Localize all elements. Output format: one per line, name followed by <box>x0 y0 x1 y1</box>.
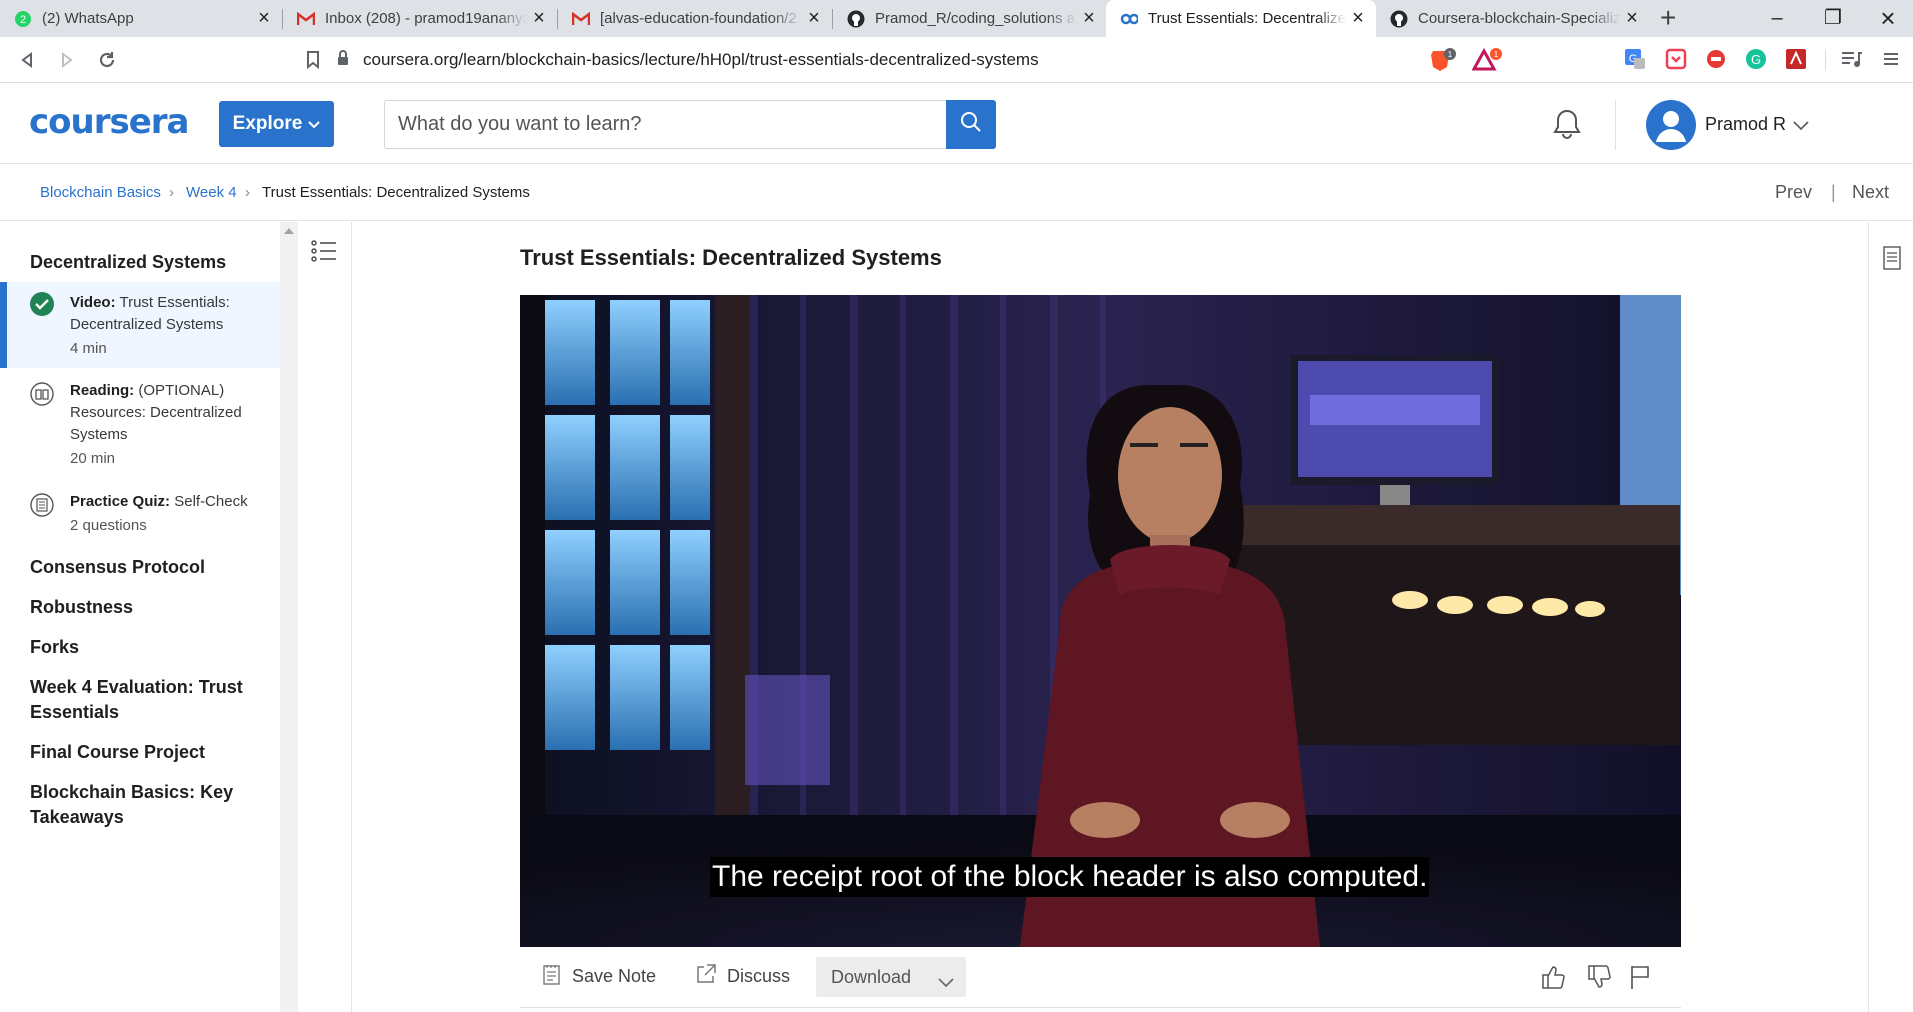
thumbs-up-icon[interactable] <box>1540 964 1566 995</box>
svg-text:1: 1 <box>1494 50 1499 59</box>
google-translate-icon[interactable]: G <box>1624 48 1648 72</box>
video-caption: The receipt root of the block header is … <box>710 857 1430 897</box>
notes-panel-icon[interactable] <box>1883 246 1901 275</box>
thumbs-down-icon[interactable] <box>1586 964 1612 995</box>
sidebar-scrollbar[interactable] <box>280 222 298 1012</box>
next-link[interactable]: Next <box>1852 182 1889 203</box>
browser-toolbar: coursera.org/learn/blockchain-basics/lec… <box>0 37 1913 83</box>
download-dropdown[interactable]: Download <box>816 957 966 997</box>
new-tab-button[interactable]: + <box>1660 2 1676 34</box>
search-button[interactable] <box>946 100 996 149</box>
svg-text:G: G <box>1751 52 1761 67</box>
github-icon <box>847 10 865 28</box>
back-button[interactable] <box>12 45 42 75</box>
scroll-up-arrow-icon[interactable] <box>284 228 294 234</box>
module-title[interactable]: Decentralized Systems <box>30 250 226 275</box>
coursera-icon <box>1120 10 1138 28</box>
page-title: Trust Essentials: Decentralized Systems <box>520 245 942 270</box>
breadcrumb-course-link[interactable]: Blockchain Basics <box>40 184 161 201</box>
breadcrumb: Blockchain Basics › Week 4 › Trust Essen… <box>0 165 1913 221</box>
sidebar-item-reading[interactable]: Reading: (OPTIONAL) Resources: Decentral… <box>0 380 280 490</box>
gmail-icon <box>297 10 315 28</box>
completed-check-icon <box>30 292 54 316</box>
site-header: coursera Explore What do you want to lea… <box>0 84 1913 164</box>
brave-shield-icon[interactable]: 1 <box>1430 48 1456 72</box>
bookmark-icon[interactable] <box>298 45 328 75</box>
discuss-button[interactable]: Discuss <box>695 956 790 996</box>
sidebar-section-key-takeaways[interactable]: Blockchain Basics: Key Takeaways <box>30 780 260 830</box>
browser-tab-gmail-inbox[interactable]: Inbox (208) - pramod19ananya × <box>283 0 557 37</box>
close-tab-icon[interactable]: × <box>252 7 276 30</box>
sidebar-section-week4-evaluation[interactable]: Week 4 Evaluation: Trust Essentials <box>30 675 260 725</box>
chevron-down-icon <box>938 972 954 993</box>
brave-rewards-icon[interactable]: 1 <box>1471 47 1502 72</box>
coursera-logo[interactable]: coursera <box>29 102 189 142</box>
url-text: coursera.org/learn/blockchain-basics/lec… <box>363 50 1039 69</box>
close-tab-icon[interactable]: × <box>1077 7 1101 30</box>
quiz-list-icon <box>30 493 54 517</box>
video-player[interactable] <box>520 295 1681 947</box>
prev-link[interactable]: Prev <box>1775 182 1812 203</box>
sidebar-section-forks[interactable]: Forks <box>30 635 79 660</box>
forward-button[interactable] <box>52 45 82 75</box>
browser-tab-coursera[interactable]: Trust Essentials: Decentralized × <box>1106 0 1376 37</box>
restore-window-button[interactable]: ❐ <box>1808 0 1858 37</box>
github-icon <box>1390 10 1408 28</box>
course-nav-sidebar: Decentralized Systems Video: Trust Essen… <box>0 222 280 1012</box>
sidebar-section-consensus[interactable]: Consensus Protocol <box>30 555 205 580</box>
svg-text:1: 1 <box>1448 50 1453 59</box>
reading-book-icon <box>30 382 54 406</box>
acrobat-icon[interactable] <box>1785 48 1809 72</box>
browser-tab-github-coding[interactable]: Pramod_R/coding_solutions at × <box>833 0 1107 37</box>
flag-icon[interactable] <box>1628 964 1652 995</box>
close-window-button[interactable]: × <box>1863 0 1913 37</box>
grammarly-icon[interactable]: G <box>1745 48 1769 72</box>
chevron-down-icon <box>308 113 321 135</box>
save-note-button[interactable]: Save Note <box>542 956 656 996</box>
close-tab-icon[interactable]: × <box>1620 7 1644 30</box>
breadcrumb-week-link[interactable]: Week 4 <box>186 184 237 201</box>
close-tab-icon[interactable]: × <box>802 7 826 30</box>
video-frame-illustration <box>520 295 1681 947</box>
user-name[interactable]: Pramod R <box>1705 114 1786 135</box>
sidebar-section-robustness[interactable]: Robustness <box>30 595 133 620</box>
outline-toggle-column <box>298 222 352 1012</box>
lecture-actions-bar: Save Note Discuss Download <box>520 956 1681 1000</box>
chevron-right-icon: › <box>169 184 174 201</box>
sidebar-item-practice-quiz[interactable]: Practice Quiz: Self-Check 2 questions <box>0 491 280 551</box>
external-link-icon <box>695 963 717 990</box>
browser-tab-whatsapp[interactable]: 2 (2) WhatsApp × <box>0 0 282 37</box>
chevron-down-icon[interactable] <box>1793 118 1809 136</box>
media-controls-icon[interactable] <box>1840 48 1864 72</box>
course-outline-icon[interactable] <box>308 234 342 268</box>
address-bar[interactable]: coursera.org/learn/blockchain-basics/lec… <box>337 44 1507 76</box>
sidebar-item-video[interactable]: Video: Trust Essentials: Decentralized S… <box>0 282 280 368</box>
chevron-right-icon: › <box>245 184 250 201</box>
close-tab-icon[interactable]: × <box>527 7 551 30</box>
breadcrumb-current: Trust Essentials: Decentralized Systems <box>262 184 530 201</box>
whatsapp-icon: 2 <box>14 10 32 28</box>
gmail-icon <box>572 10 590 28</box>
reload-button[interactable] <box>92 45 122 75</box>
browser-tab-bar: 2 (2) WhatsApp × Inbox (208) - pramod19a… <box>0 0 1913 37</box>
close-tab-icon[interactable]: × <box>1346 7 1370 30</box>
avatar[interactable] <box>1646 100 1696 150</box>
notifications-bell-icon[interactable] <box>1552 108 1582 145</box>
right-rail <box>1868 222 1913 1012</box>
browser-tab-github-blockchain[interactable]: Coursera-blockchain-Specializ × <box>1376 0 1650 37</box>
minimize-window-button[interactable]: – <box>1752 0 1802 37</box>
svg-text:2: 2 <box>20 14 26 26</box>
pocket-extension-icon[interactable] <box>1665 48 1689 72</box>
stop-extension-icon[interactable] <box>1705 48 1729 72</box>
search-icon <box>960 111 982 138</box>
note-icon <box>542 963 562 990</box>
search-input[interactable]: What do you want to learn? <box>384 100 946 149</box>
browser-menu-icon[interactable] <box>1880 48 1904 72</box>
sidebar-section-final-project[interactable]: Final Course Project <box>30 740 205 765</box>
explore-button[interactable]: Explore <box>219 101 334 147</box>
lock-icon <box>337 49 349 71</box>
browser-tab-gmail-alvas[interactable]: [alvas-education-foundation/2 × <box>558 0 832 37</box>
